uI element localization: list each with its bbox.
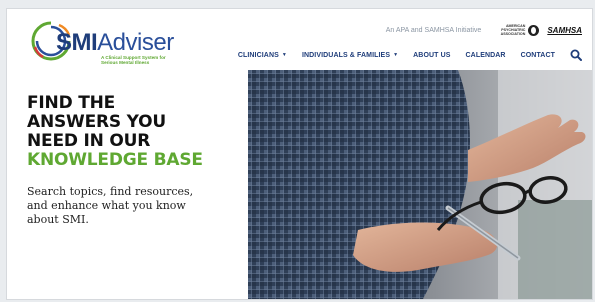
chevron-down-icon: ▼ bbox=[393, 51, 399, 58]
chevron-down-icon: ▼ bbox=[281, 51, 287, 58]
apa-logo[interactable]: AMERICAN PSYCHIATRIC ASSOCIATION bbox=[489, 24, 540, 36]
logo-smi: SMI bbox=[56, 29, 98, 56]
samhsa-logo[interactable]: SAMHSA bbox=[547, 26, 582, 35]
headline-line-3: NEED IN OUR bbox=[27, 131, 151, 151]
logo-adviser: Adviser bbox=[97, 29, 174, 56]
logo-wordmark: SMIAdviser bbox=[56, 29, 174, 57]
nav-clinicians[interactable]: CLINICIANS ▼ bbox=[238, 52, 287, 59]
main-nav: CLINICIANS ▼ INDIVIDUALS & FAMILIES ▼ ABOU… bbox=[238, 49, 582, 61]
hero-headline: FIND THE ANSWERS YOU NEED IN OUR KNOWLED… bbox=[27, 94, 227, 170]
headline-line-2: ANSWERS YOU bbox=[27, 112, 167, 132]
partner-bar: An APA and SAMHSA Initiative AMERICAN PS… bbox=[386, 22, 582, 38]
nav-about-us[interactable]: ABOUT US bbox=[413, 52, 450, 59]
headline-line-1: FIND THE bbox=[27, 93, 116, 113]
nav-contact[interactable]: CONTACT bbox=[521, 52, 555, 59]
hero-subtext: Search topics, find resources, and enhan… bbox=[27, 185, 194, 226]
smi-adviser-logo[interactable]: SMIAdviser A Clinical Support System for… bbox=[29, 19, 189, 71]
page-frame: SMIAdviser A Clinical Support System for… bbox=[6, 8, 593, 300]
nav-individuals-families-label: INDIVIDUALS & FAMILIES bbox=[301, 51, 391, 59]
nav-clinicians-label: CLINICIANS bbox=[237, 51, 279, 59]
apa-emblem-icon bbox=[528, 24, 540, 36]
apa-logo-text: AMERICAN PSYCHIATRIC ASSOCIATION bbox=[500, 24, 526, 36]
logo-tagline: A Clinical Support System for Serious Me… bbox=[101, 55, 166, 66]
hero-photo bbox=[248, 70, 592, 299]
search-icon[interactable] bbox=[570, 49, 582, 61]
hands-with-glasses-image bbox=[248, 70, 592, 299]
nav-calendar[interactable]: CALENDAR bbox=[466, 52, 506, 59]
nav-individuals-families[interactable]: INDIVIDUALS & FAMILIES ▼ bbox=[302, 52, 398, 59]
headline-highlight: KNOWLEDGE BASE bbox=[27, 150, 203, 170]
initiative-text: An APA and SAMHSA Initiative bbox=[385, 26, 482, 34]
